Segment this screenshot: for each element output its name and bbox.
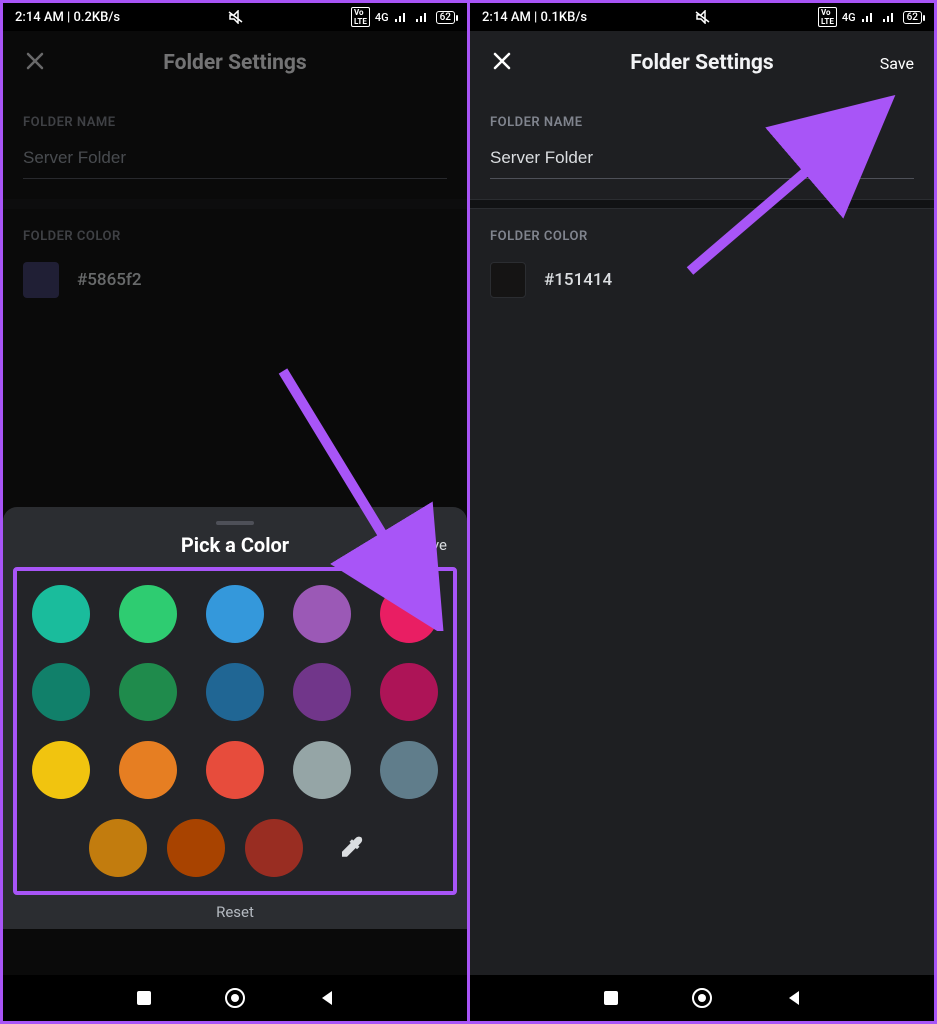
color-picker-sheet: Pick a Color Save Reset: [3, 507, 467, 929]
signal-icon: [394, 11, 410, 23]
sheet-title: Pick a Color: [181, 533, 289, 557]
signal-icon-2: [882, 11, 898, 23]
signal-icon: [861, 11, 877, 23]
nav-home-button[interactable]: [224, 987, 246, 1009]
sheet-drag-handle[interactable]: [216, 521, 254, 525]
color-swatch-option[interactable]: [32, 741, 90, 799]
folder-color-row[interactable]: #151414: [490, 262, 914, 298]
folder-name-section: FOLDER NAME: [470, 95, 934, 199]
android-nav-bar: [470, 975, 934, 1021]
status-right: VoLTE 4G 62: [351, 7, 455, 27]
mute-icon: [228, 10, 244, 24]
folder-color-section: FOLDER COLOR #151414: [470, 209, 934, 318]
volte-icon: VoLTE: [351, 7, 370, 27]
nav-home-button[interactable]: [691, 987, 713, 1009]
color-swatch-option[interactable]: [32, 585, 90, 643]
folder-name-input[interactable]: [23, 148, 447, 168]
signal-icon-2: [415, 11, 431, 23]
color-swatch-option[interactable]: [293, 663, 351, 721]
battery-icon: 62: [903, 11, 922, 24]
page-header: Folder Settings: [3, 31, 467, 95]
folder-color-label: FOLDER COLOR: [23, 229, 447, 244]
color-swatch-option[interactable]: [119, 663, 177, 721]
color-swatch: [490, 262, 526, 298]
folder-name-label: FOLDER NAME: [490, 115, 914, 130]
color-swatch-option[interactable]: [293, 741, 351, 799]
color-swatch-option[interactable]: [206, 585, 264, 643]
folder-color-row[interactable]: #5865f2: [23, 262, 447, 298]
status-right: VoLTE 4G 62: [818, 7, 922, 27]
save-button[interactable]: Save: [880, 54, 914, 73]
color-swatch-option[interactable]: [206, 741, 264, 799]
status-time: 2:14 AM | 0.2KB/s: [15, 10, 120, 25]
status-bar: 2:14 AM | 0.2KB/s VoLTE 4G 62: [3, 3, 467, 31]
color-grid-highlight: [13, 567, 457, 895]
net-label: 4G: [375, 11, 389, 24]
reset-button[interactable]: Reset: [13, 903, 457, 921]
sheet-save-button[interactable]: Save: [415, 536, 447, 554]
folder-color-section: FOLDER COLOR #5865f2: [3, 209, 467, 318]
color-swatch-option[interactable]: [293, 585, 351, 643]
color-swatch: [23, 262, 59, 298]
color-swatch-option[interactable]: [167, 819, 225, 877]
nav-back-button[interactable]: [785, 989, 803, 1007]
color-swatch-option[interactable]: [380, 663, 438, 721]
mute-icon: [695, 10, 711, 24]
status-bar: 2:14 AM | 0.1KB/s VoLTE 4G 62: [470, 3, 934, 31]
folder-color-label: FOLDER COLOR: [490, 229, 914, 244]
left-screenshot: 2:14 AM | 0.2KB/s VoLTE 4G 62 Folder Set…: [3, 3, 470, 1021]
android-nav-bar: [3, 975, 467, 1021]
color-swatch-option[interactable]: [89, 819, 147, 877]
nav-back-button[interactable]: [318, 989, 336, 1007]
page-title: Folder Settings: [23, 51, 447, 75]
nav-recent-button[interactable]: [602, 989, 620, 1007]
color-swatch-option[interactable]: [380, 585, 438, 643]
status-time: 2:14 AM | 0.1KB/s: [482, 10, 587, 25]
color-swatch-option[interactable]: [206, 663, 264, 721]
page-title: Folder Settings: [490, 51, 914, 75]
battery-icon: 62: [436, 11, 455, 24]
net-label: 4G: [842, 11, 856, 24]
folder-name-input[interactable]: [490, 148, 914, 168]
color-swatch-option[interactable]: [32, 663, 90, 721]
color-swatch-option[interactable]: [245, 819, 303, 877]
folder-name-section: FOLDER NAME: [3, 95, 467, 199]
color-swatch-option[interactable]: [119, 741, 177, 799]
color-swatch-option[interactable]: [119, 585, 177, 643]
color-hex-value: #151414: [544, 270, 612, 290]
right-screenshot: 2:14 AM | 0.1KB/s VoLTE 4G 62 Folder Set…: [470, 3, 934, 1021]
volte-icon: VoLTE: [818, 7, 837, 27]
page-header: Folder Settings Save: [470, 31, 934, 95]
color-hex-value: #5865f2: [77, 270, 142, 290]
nav-recent-button[interactable]: [135, 989, 153, 1007]
eyedropper-button[interactable]: [323, 819, 381, 877]
folder-name-label: FOLDER NAME: [23, 115, 447, 130]
color-swatch-option[interactable]: [380, 741, 438, 799]
